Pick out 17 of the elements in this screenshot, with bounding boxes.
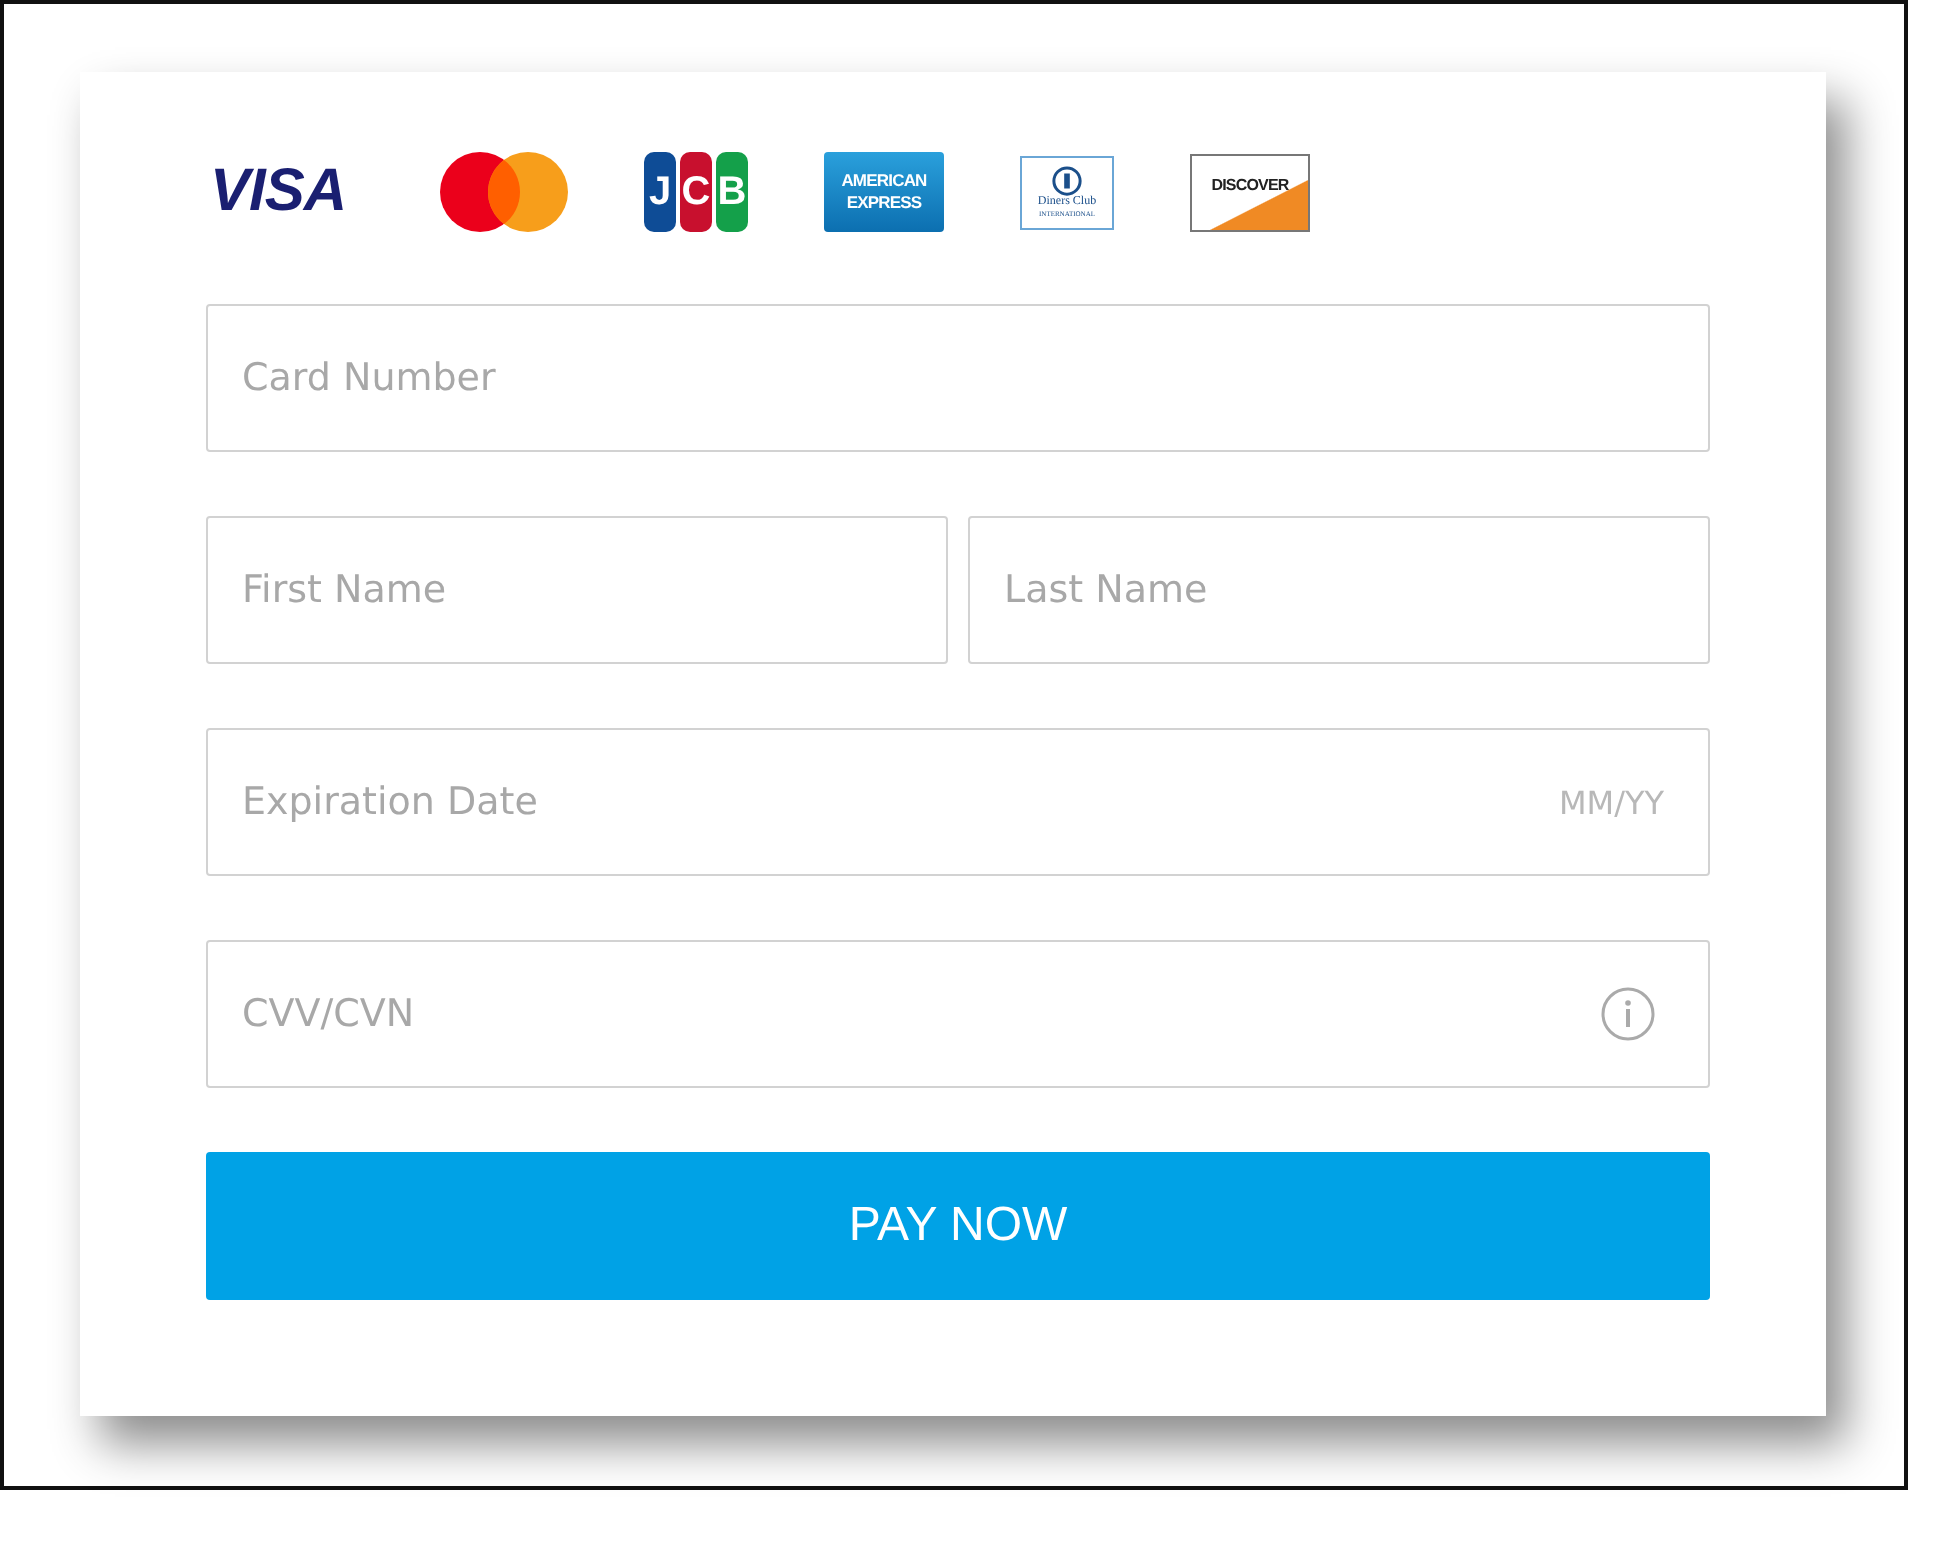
input-field[interactable]: First Name xyxy=(206,516,948,664)
pay-now-button[interactable]: PAY NOW xyxy=(206,1152,1710,1300)
input-field[interactable]: Expiration Date MM/YY xyxy=(206,728,1710,876)
discover-logo: DISCOVER xyxy=(1190,153,1310,231)
placeholder-text: Expiration Date xyxy=(242,780,540,824)
input-field[interactable]: Card Number xyxy=(206,304,1710,452)
info-icon[interactable] xyxy=(1600,986,1656,1042)
placeholder-text: CVV/CVN xyxy=(242,992,417,1036)
format-hint: MM/YY xyxy=(1558,783,1664,821)
mastercard-logo xyxy=(440,152,568,232)
placeholder-text: Last Name xyxy=(1004,568,1210,612)
amex-logo: AMERICAN EXPRESS xyxy=(824,152,944,232)
placeholder-text: Card Number xyxy=(242,356,498,400)
input-field[interactable]: CVV/CVN xyxy=(206,940,1710,1088)
visa-logo: VISA xyxy=(210,158,349,226)
placeholder-text: First Name xyxy=(242,568,449,612)
input-field[interactable]: Last Name xyxy=(968,516,1710,664)
